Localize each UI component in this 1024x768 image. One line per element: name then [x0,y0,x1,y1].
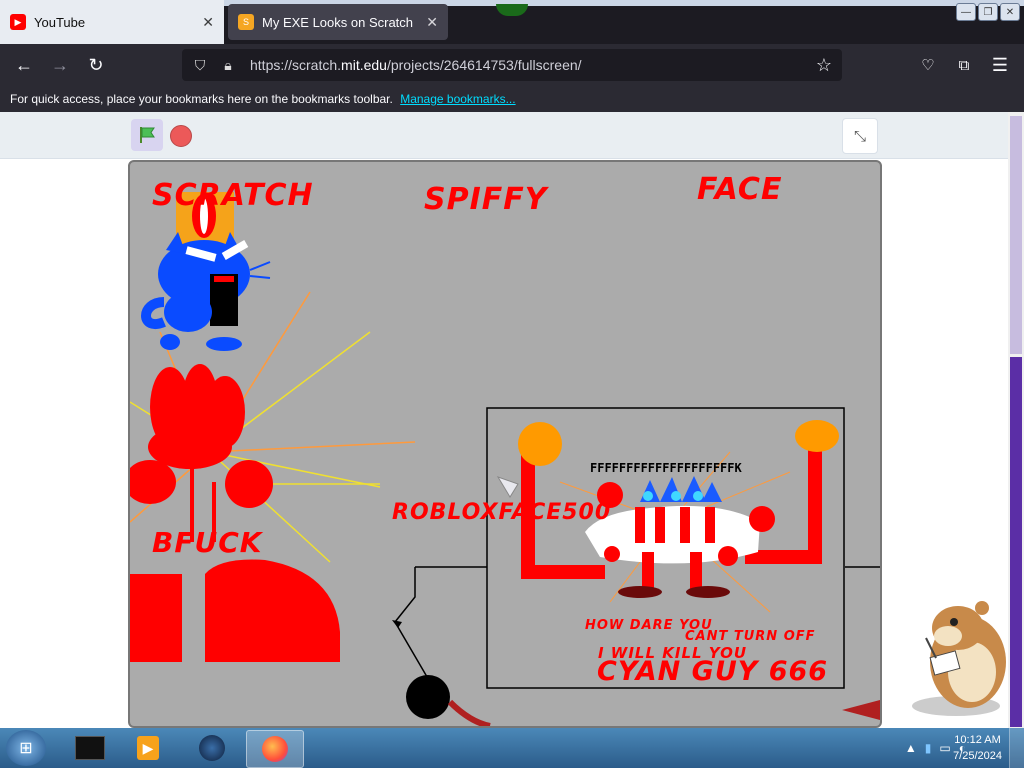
svg-text:FFFFFFFFFFFFFFFFFFFFK: FFFFFFFFFFFFFFFFFFFFK [590,461,742,475]
shield-icon[interactable]: ⛉ [190,57,210,74]
menu-icon[interactable]: ☰ [988,53,1012,77]
minimize-button[interactable]: — [956,3,976,21]
blue-cat-sprite [141,192,271,351]
url-bar[interactable]: ⛉ 🔒︎ https://scratch.mit.edu/projects/26… [182,49,842,81]
tab-scratch[interactable]: S My EXE Looks on Scratch ✕ [228,4,448,40]
taskbar-app-cmd[interactable] [62,730,118,766]
taskbar-clock[interactable]: 10:12 AM 7/25/2024 [953,732,1002,764]
clock-time: 10:12 AM [954,734,1001,746]
manage-bookmarks-link[interactable]: Manage bookmarks... [400,92,515,106]
tab-youtube-label: YouTube [34,14,86,30]
label-face: FACE [697,172,783,207]
text-cant-turn-off: CANT TURN OFF [685,629,816,644]
close-tab-icon[interactable]: ✕ [202,14,214,31]
browser-tab-bar: ▶ YouTube ✕ S My EXE Looks on Scratch ✕ … [0,0,1024,44]
media-player-icon: ▶ [137,736,159,760]
start-button[interactable]: ⊞ [6,730,46,766]
windows-logo-icon: ⊞ [19,740,33,757]
close-tab-icon[interactable]: ✕ [426,14,438,31]
pocket-icon[interactable]: ♡ [916,53,940,77]
scratch-icon: S [238,14,254,30]
decorative-glow [496,4,528,16]
scrollbar-thumb[interactable] [1010,357,1022,727]
label-robloxface: ROBLOXFACE500 [392,500,612,525]
green-flag-icon [140,127,155,143]
window-controls: — ❐ ✕ [956,3,1020,21]
forward-button[interactable]: → [48,53,72,77]
taskbar-app-media[interactable]: ▶ [120,730,176,766]
label-spiffy: SPIFFY [424,182,548,217]
navigation-bar: ← → ↻ ⛉ 🔒︎ https://scratch.mit.edu/proje… [0,44,1024,86]
player-controls: ⤡ [0,112,1008,159]
bookmarks-toolbar: For quick access, place your bookmarks h… [0,86,1024,112]
bookmark-star-icon[interactable]: ☆ [816,55,832,76]
taskbar-app-globe[interactable] [184,730,240,766]
tray-network-icon[interactable]: ▭ [939,741,950,755]
youtube-icon: ▶ [10,14,26,30]
exit-fullscreen-button[interactable]: ⤡ [842,118,878,154]
project-stage[interactable]: FFFFFFFFFFFFFFFFFFFFK SCRATCH SPIFFY FAC… [128,160,882,728]
text-cyan-guy: CYAN GUY 666 [597,656,829,687]
label-bfuck: BFUCK [152,526,263,559]
page-scrollbar[interactable] [1008,112,1024,728]
tab-scratch-label: My EXE Looks on Scratch [262,14,414,30]
stop-button[interactable] [170,125,192,147]
url-text: https://scratch.mit.edu/projects/2646147… [250,57,582,73]
maximize-button[interactable]: ❐ [978,3,998,21]
scratch-page: ⤡ FFFFFFFFFFFFFFFFFFFFK SCRATCH SPIFFY F… [0,112,1008,728]
taskbar: ⊞ ▶ ▲ ▮ ▭ ◐ 10:12 AM 7/25/2024 [0,728,1024,768]
scrollbar-track-upper [1010,116,1022,354]
label-scratch: SCRATCH [152,178,314,213]
tray-expand-icon[interactable]: ▲ [905,741,917,755]
bookmarks-message: For quick access, place your bookmarks h… [10,92,393,106]
clock-date: 7/25/2024 [953,750,1002,762]
tab-youtube[interactable]: ▶ YouTube ✕ [0,0,224,44]
reload-button[interactable]: ↻ [84,53,108,77]
terminal-icon [75,736,105,760]
firefox-icon [262,736,288,762]
back-button[interactable]: ← [12,53,36,77]
tray-bluetooth-icon[interactable]: ▮ [925,741,932,755]
close-window-button[interactable]: ✕ [1000,3,1020,21]
extensions-icon[interactable]: ⧉ [952,53,976,77]
hamster-mascot-image [912,601,1006,716]
lock-icon[interactable]: 🔒︎ [218,57,238,74]
show-desktop-button[interactable] [1009,728,1024,768]
green-flag-button[interactable] [131,119,163,151]
collapse-icon: ⤡ [853,127,866,145]
taskbar-app-firefox[interactable] [246,730,304,768]
globe-icon [199,735,225,761]
